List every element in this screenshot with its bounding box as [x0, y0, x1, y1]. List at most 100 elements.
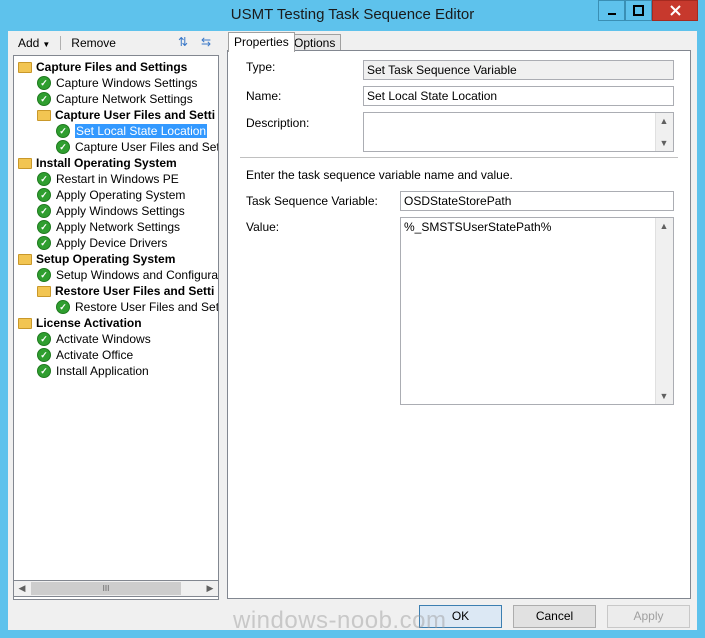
description-field[interactable]: ▲ ▼ [363, 112, 674, 152]
tree-group[interactable]: Setup Operating System [18, 251, 175, 267]
tree-node-label: Activate Office [56, 348, 134, 362]
type-field: Set Task Sequence Variable [363, 60, 674, 80]
section-divider [240, 157, 678, 158]
check-icon: ✓ [37, 364, 51, 378]
scroll-left-icon[interactable]: ◀ [14, 581, 30, 596]
tree-node-label: Install Application [56, 364, 149, 378]
check-icon: ✓ [37, 268, 51, 282]
folder-icon [18, 317, 32, 329]
tree-step[interactable]: ✓ Restart in Windows PE [37, 171, 179, 187]
description-label: Description: [246, 116, 310, 130]
scroll-down-icon[interactable]: ▼ [656, 388, 672, 404]
check-icon: ✓ [56, 300, 70, 314]
tree-node-label: Restore User Files and Setting [75, 300, 219, 314]
tree-group[interactable]: Install Operating System [18, 155, 177, 171]
chevron-down-icon: ▼ [42, 40, 51, 49]
tree-step[interactable]: ✓ Capture User Files and Setting [56, 139, 219, 155]
tree-group[interactable]: Capture Files and Settings [18, 59, 187, 75]
folder-icon [18, 157, 32, 169]
tree-node-label: Activate Windows [56, 332, 151, 346]
close-icon [669, 5, 681, 16]
remove-button[interactable]: Remove [67, 36, 120, 50]
name-label: Name: [246, 89, 282, 103]
tree-node-label: Capture User Files and Setti [55, 108, 216, 122]
close-button[interactable] [652, 0, 698, 21]
tree-node-label: License Activation [36, 316, 142, 330]
tree-group[interactable]: License Activation [18, 315, 142, 331]
tree-step-selected[interactable]: ✓ Set Local State Location [56, 123, 208, 139]
minimize-icon [607, 12, 616, 15]
maximize-button[interactable] [625, 0, 652, 21]
tab-properties[interactable]: Properties [228, 32, 295, 52]
type-label: Type: [246, 60, 276, 74]
tree-horizontal-scrollbar[interactable]: ◀ III ▶ [13, 580, 219, 597]
check-icon: ✓ [37, 172, 51, 186]
folder-icon [37, 109, 51, 121]
tree-step[interactable]: ✓ Capture Network Settings [37, 91, 193, 107]
tree-step[interactable]: ✓ Apply Device Drivers [37, 235, 167, 251]
tree-step[interactable]: ✓ Apply Operating System [37, 187, 185, 203]
folder-icon [18, 61, 32, 73]
check-icon: ✓ [37, 236, 51, 250]
check-icon: ✓ [37, 220, 51, 234]
tree-step[interactable]: ✓ Apply Windows Settings [37, 203, 185, 219]
variable-field[interactable]: OSDStateStorePath [400, 191, 674, 211]
tree-step[interactable]: ✓ Activate Windows [37, 331, 151, 347]
tree-step[interactable]: ✓ Restore User Files and Setting [56, 299, 219, 315]
check-icon: ✓ [37, 76, 51, 90]
tree-group[interactable]: Capture User Files and Setti [37, 107, 215, 123]
move-up-icon[interactable]: ⇅ [178, 35, 192, 49]
add-button[interactable]: Add ▼ [14, 36, 54, 50]
apply-button[interactable]: Apply [607, 605, 690, 628]
name-field[interactable]: Set Local State Location [363, 86, 674, 106]
tree-step[interactable]: ✓ Capture Windows Settings [37, 75, 197, 91]
cancel-button[interactable]: Cancel [513, 605, 596, 628]
scroll-up-icon[interactable]: ▲ [656, 218, 672, 234]
check-icon: ✓ [37, 204, 51, 218]
scroll-thumb[interactable]: III [31, 582, 181, 595]
scroll-up-icon[interactable]: ▲ [656, 113, 672, 129]
tree-node-label: Restart in Windows PE [56, 172, 179, 186]
editor-window: USMT Testing Task Sequence Editor Add ▼ R… [0, 0, 705, 638]
tree-node-label: Setup Operating System [36, 252, 176, 266]
tree-step[interactable]: ✓ Install Application [37, 363, 149, 379]
check-icon: ✓ [37, 92, 51, 106]
check-icon: ✓ [56, 124, 70, 138]
value-text: %_SMSTSUserStatePath% [404, 220, 552, 234]
tree-step[interactable]: ✓ Apply Network Settings [37, 219, 180, 235]
tree-group[interactable]: Restore User Files and Setti [37, 283, 214, 299]
description-scrollbar[interactable]: ▲ ▼ [655, 113, 673, 151]
tree-node-label: Apply Operating System [56, 188, 186, 202]
value-label: Value: [246, 220, 280, 234]
tree-node-label: Capture User Files and Setting [75, 140, 219, 154]
folder-icon [18, 253, 32, 265]
tree-node-label: Set Local State Location [75, 124, 208, 138]
tree-step[interactable]: ✓ Setup Windows and Configuration [37, 267, 219, 283]
move-down-icon[interactable]: ⇆ [201, 35, 215, 49]
scroll-right-icon[interactable]: ▶ [202, 581, 218, 596]
tree-step[interactable]: ✓ Activate Office [37, 347, 133, 363]
tree-node-label: Install Operating System [36, 156, 177, 170]
add-label: Add [18, 36, 40, 50]
folder-icon [37, 285, 51, 297]
tree-node-label: Capture Network Settings [56, 92, 193, 106]
scroll-down-icon[interactable]: ▼ [656, 135, 672, 151]
tree-toolbar: Add ▼ Remove [14, 33, 120, 53]
variable-label: Task Sequence Variable: [246, 194, 378, 208]
check-icon: ✓ [37, 188, 51, 202]
title-bar[interactable]: USMT Testing Task Sequence Editor [0, 0, 705, 32]
tree-node-label: Capture Windows Settings [56, 76, 198, 90]
tree-node-label: Apply Device Drivers [56, 236, 168, 250]
tree-node-label: Apply Network Settings [56, 220, 181, 234]
check-icon: ✓ [56, 140, 70, 154]
instructions-text: Enter the task sequence variable name an… [246, 168, 513, 182]
value-scrollbar[interactable]: ▲ ▼ [655, 218, 673, 404]
value-field[interactable]: %_SMSTSUserStatePath% ▲ ▼ [400, 217, 674, 405]
client-area: Add ▼ Remove ⇅ ⇆ Capture Files and Settin… [8, 31, 697, 630]
tree-node-label: Setup Windows and Configuration [56, 268, 219, 282]
tree-node-label: Restore User Files and Setti [55, 284, 215, 298]
properties-panel: Type: Set Task Sequence Variable Name: S… [227, 50, 691, 599]
task-sequence-tree[interactable]: Capture Files and Settings ✓ Capture Wind… [13, 55, 219, 600]
minimize-button[interactable] [598, 0, 625, 21]
check-icon: ✓ [37, 332, 51, 346]
